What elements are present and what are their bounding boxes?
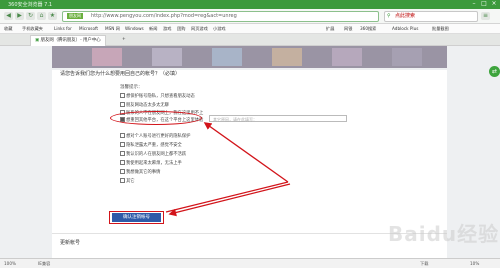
arrow-line [165,181,289,213]
speed-indicator: 10% [470,261,480,266]
confirm-cancel-button[interactable]: 确认注销帐号 [112,213,161,222]
arrow-to-button [168,183,291,217]
zoom-level[interactable]: 100% [4,260,16,267]
share-icon[interactable]: ⇄ [489,66,500,77]
arrow-to-selection [203,122,289,183]
section-title: 更新帐号 [60,240,81,246]
watermark: Baidu经验 [388,222,500,246]
ie-compat[interactable]: IE兼容 [38,260,50,267]
download-link[interactable]: 下载 [420,260,428,267]
